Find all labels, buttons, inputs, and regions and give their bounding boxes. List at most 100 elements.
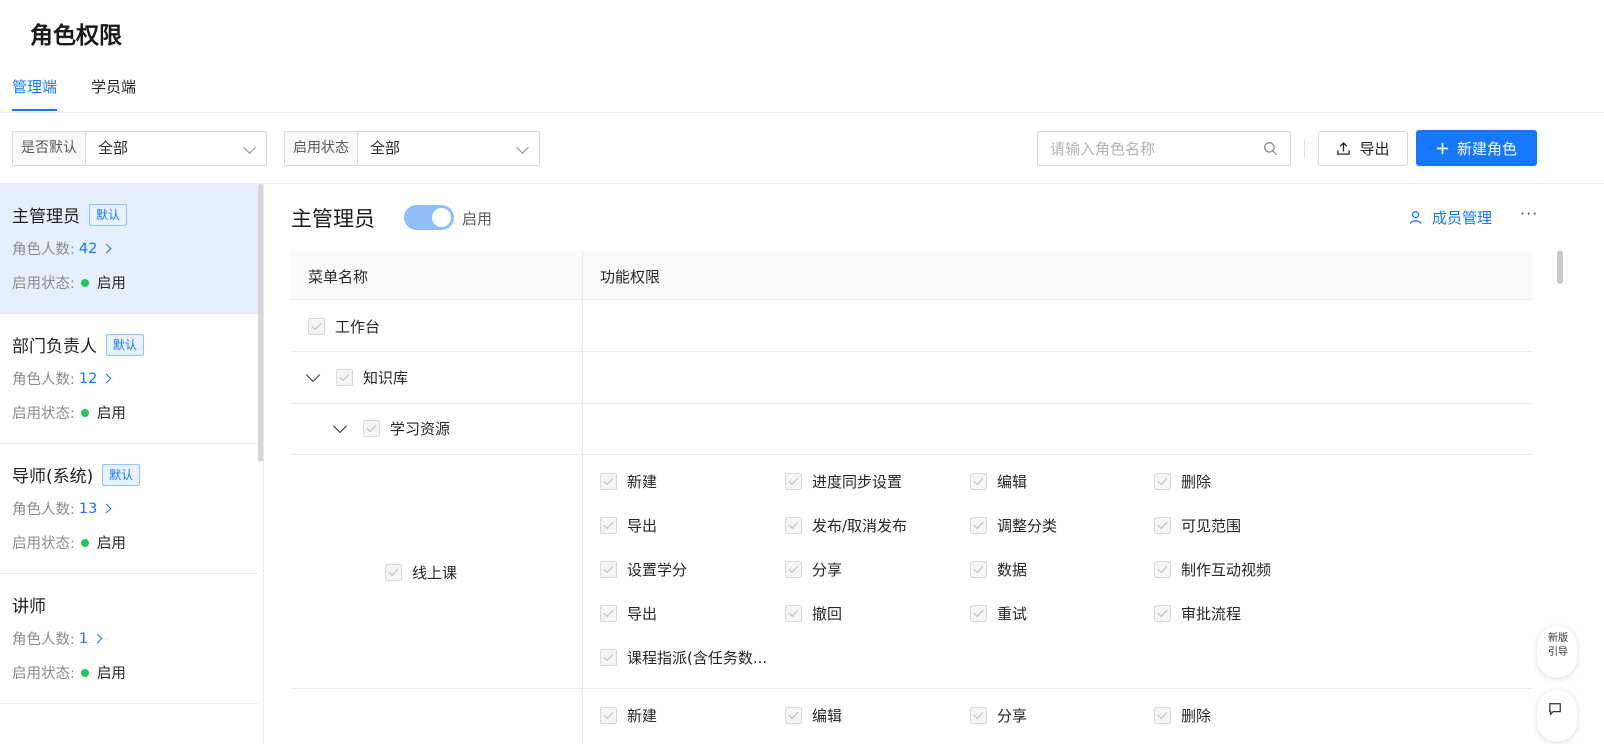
permission-checkbox[interactable] <box>600 605 617 622</box>
role-status: 启用 <box>96 666 126 682</box>
role-item-mentor[interactable]: 导师(系统) 默认 角色人数: 13 启用状态: 启用 <box>0 444 258 574</box>
menu-label: 线上课 <box>412 564 458 582</box>
permission-label: 导出 <box>627 517 658 535</box>
permission-checkbox[interactable] <box>600 561 617 578</box>
enable-toggle[interactable] <box>404 205 454 230</box>
menu-checkbox[interactable] <box>385 564 402 581</box>
chevron-right-icon <box>101 503 112 514</box>
new-role-button[interactable]: 新建角色 <box>1416 130 1537 166</box>
role-status: 启用 <box>96 276 126 292</box>
role-count: 13 <box>78 500 98 517</box>
default-filter-select[interactable]: 全部 <box>86 132 266 165</box>
chat-icon <box>1549 703 1561 716</box>
permission-checkbox[interactable] <box>785 707 802 724</box>
role-count-link[interactable]: 13 <box>78 500 112 517</box>
permission-item[interactable]: 新建 <box>600 471 657 492</box>
permission-item[interactable]: 编辑 <box>785 705 842 726</box>
role-count-label: 角色人数: <box>12 242 75 258</box>
menu-row-online-course: 线上课 <box>385 562 457 583</box>
member-management-link[interactable]: 成员管理 <box>1409 207 1492 228</box>
permission-checkbox[interactable] <box>600 707 617 724</box>
permission-item[interactable]: 审批流程 <box>1154 603 1241 624</box>
permission-item[interactable]: 重试 <box>970 603 1027 624</box>
role-item-dept-head[interactable]: 部门负责人 默认 角色人数: 12 启用状态: 启用 <box>0 314 258 444</box>
search-icon[interactable] <box>1263 141 1278 156</box>
chat-float-button[interactable] <box>1537 690 1577 742</box>
status-filter[interactable]: 启用状态 全部 <box>284 131 540 166</box>
menu-checkbox[interactable] <box>336 369 353 386</box>
menu-checkbox[interactable] <box>363 420 380 437</box>
permission-item[interactable]: 删除 <box>1154 705 1211 726</box>
permission-checkbox[interactable] <box>970 561 987 578</box>
permission-item[interactable]: 撤回 <box>785 603 842 624</box>
permission-checkbox[interactable] <box>785 561 802 578</box>
permission-item[interactable]: 调整分类 <box>970 515 1057 536</box>
permission-item[interactable]: 导出 <box>600 515 657 536</box>
role-name: 导师(系统) <box>12 467 94 487</box>
permission-checkbox[interactable] <box>785 517 802 534</box>
permission-item[interactable]: 课程指派(含任务数... <box>600 647 767 668</box>
permission-checkbox[interactable] <box>1154 473 1171 490</box>
permission-item[interactable]: 新建 <box>600 705 657 726</box>
tab-admin[interactable]: 管理端 <box>12 76 58 111</box>
permission-item[interactable]: 制作互动视频 <box>1154 559 1271 580</box>
sidebar-divider <box>263 184 264 744</box>
role-name: 部门负责人 <box>12 337 97 357</box>
role-search[interactable] <box>1037 131 1291 166</box>
tab-learner[interactable]: 学员端 <box>91 76 136 111</box>
permission-checkbox[interactable] <box>1154 517 1171 534</box>
new-guide-float-button[interactable]: 新版 引导 <box>1537 626 1577 678</box>
permission-checkbox[interactable] <box>970 707 987 724</box>
permission-label: 审批流程 <box>1181 605 1242 623</box>
tabs-divider <box>0 112 1604 113</box>
role-count-label: 角色人数: <box>12 372 75 388</box>
menu-label: 工作台 <box>335 318 381 336</box>
permission-checkbox[interactable] <box>1154 707 1171 724</box>
role-count: 12 <box>78 370 98 387</box>
permission-item[interactable]: 删除 <box>1154 471 1211 492</box>
permission-checkbox[interactable] <box>970 605 987 622</box>
permission-checkbox[interactable] <box>1154 605 1171 622</box>
permission-checkbox[interactable] <box>970 473 987 490</box>
permission-label: 新建 <box>627 707 658 725</box>
permission-checkbox[interactable] <box>600 517 617 534</box>
chevron-down-icon[interactable] <box>305 367 321 382</box>
permission-item[interactable]: 进度同步设置 <box>785 471 902 492</box>
default-filter-value: 全部 <box>98 139 129 157</box>
permission-checkbox[interactable] <box>600 649 617 666</box>
permission-checkbox[interactable] <box>785 473 802 490</box>
status-filter-select[interactable]: 全部 <box>358 132 539 165</box>
content-scrollbar[interactable] <box>1557 250 1563 284</box>
menu-checkbox[interactable] <box>308 318 325 335</box>
search-input[interactable] <box>1038 132 1248 165</box>
permission-label: 编辑 <box>812 707 843 725</box>
default-filter[interactable]: 是否默认 全部 <box>12 131 267 166</box>
permission-item[interactable]: 编辑 <box>970 471 1027 492</box>
permission-item[interactable]: 分享 <box>785 559 842 580</box>
chevron-down-icon[interactable] <box>332 418 348 433</box>
permission-checkbox[interactable] <box>785 605 802 622</box>
permission-item[interactable]: 分享 <box>970 705 1027 726</box>
permission-item[interactable]: 可见范围 <box>1154 515 1241 536</box>
column-divider <box>582 251 583 744</box>
column-header-menu: 菜单名称 <box>308 268 369 286</box>
column-header-permissions: 功能权限 <box>600 268 661 286</box>
permission-item[interactable]: 发布/取消发布 <box>785 515 907 536</box>
permission-item[interactable]: 数据 <box>970 559 1027 580</box>
permission-checkbox[interactable] <box>600 473 617 490</box>
permission-item[interactable]: 设置学分 <box>600 559 687 580</box>
role-count-link[interactable]: 1 <box>79 631 103 647</box>
role-item-lecturer[interactable]: 讲师 角色人数: 1 启用状态: 启用 <box>0 574 258 704</box>
role-count-link[interactable]: 12 <box>78 370 112 387</box>
role-detail-title: 主管理员 <box>291 207 375 231</box>
permission-label: 重试 <box>997 605 1028 623</box>
role-count-link[interactable]: 42 <box>79 241 112 257</box>
permission-item[interactable]: 导出 <box>600 603 657 624</box>
toggle-label: 启用 <box>462 210 493 228</box>
role-count-label: 角色人数: <box>12 632 75 648</box>
permission-checkbox[interactable] <box>1154 561 1171 578</box>
export-button[interactable]: 导出 <box>1318 131 1408 166</box>
permission-checkbox[interactable] <box>970 517 987 534</box>
role-item-admin[interactable]: 主管理员 默认 角色人数: 42 启用状态: 启用 <box>0 184 258 314</box>
more-icon[interactable]: ··· <box>1520 204 1538 223</box>
